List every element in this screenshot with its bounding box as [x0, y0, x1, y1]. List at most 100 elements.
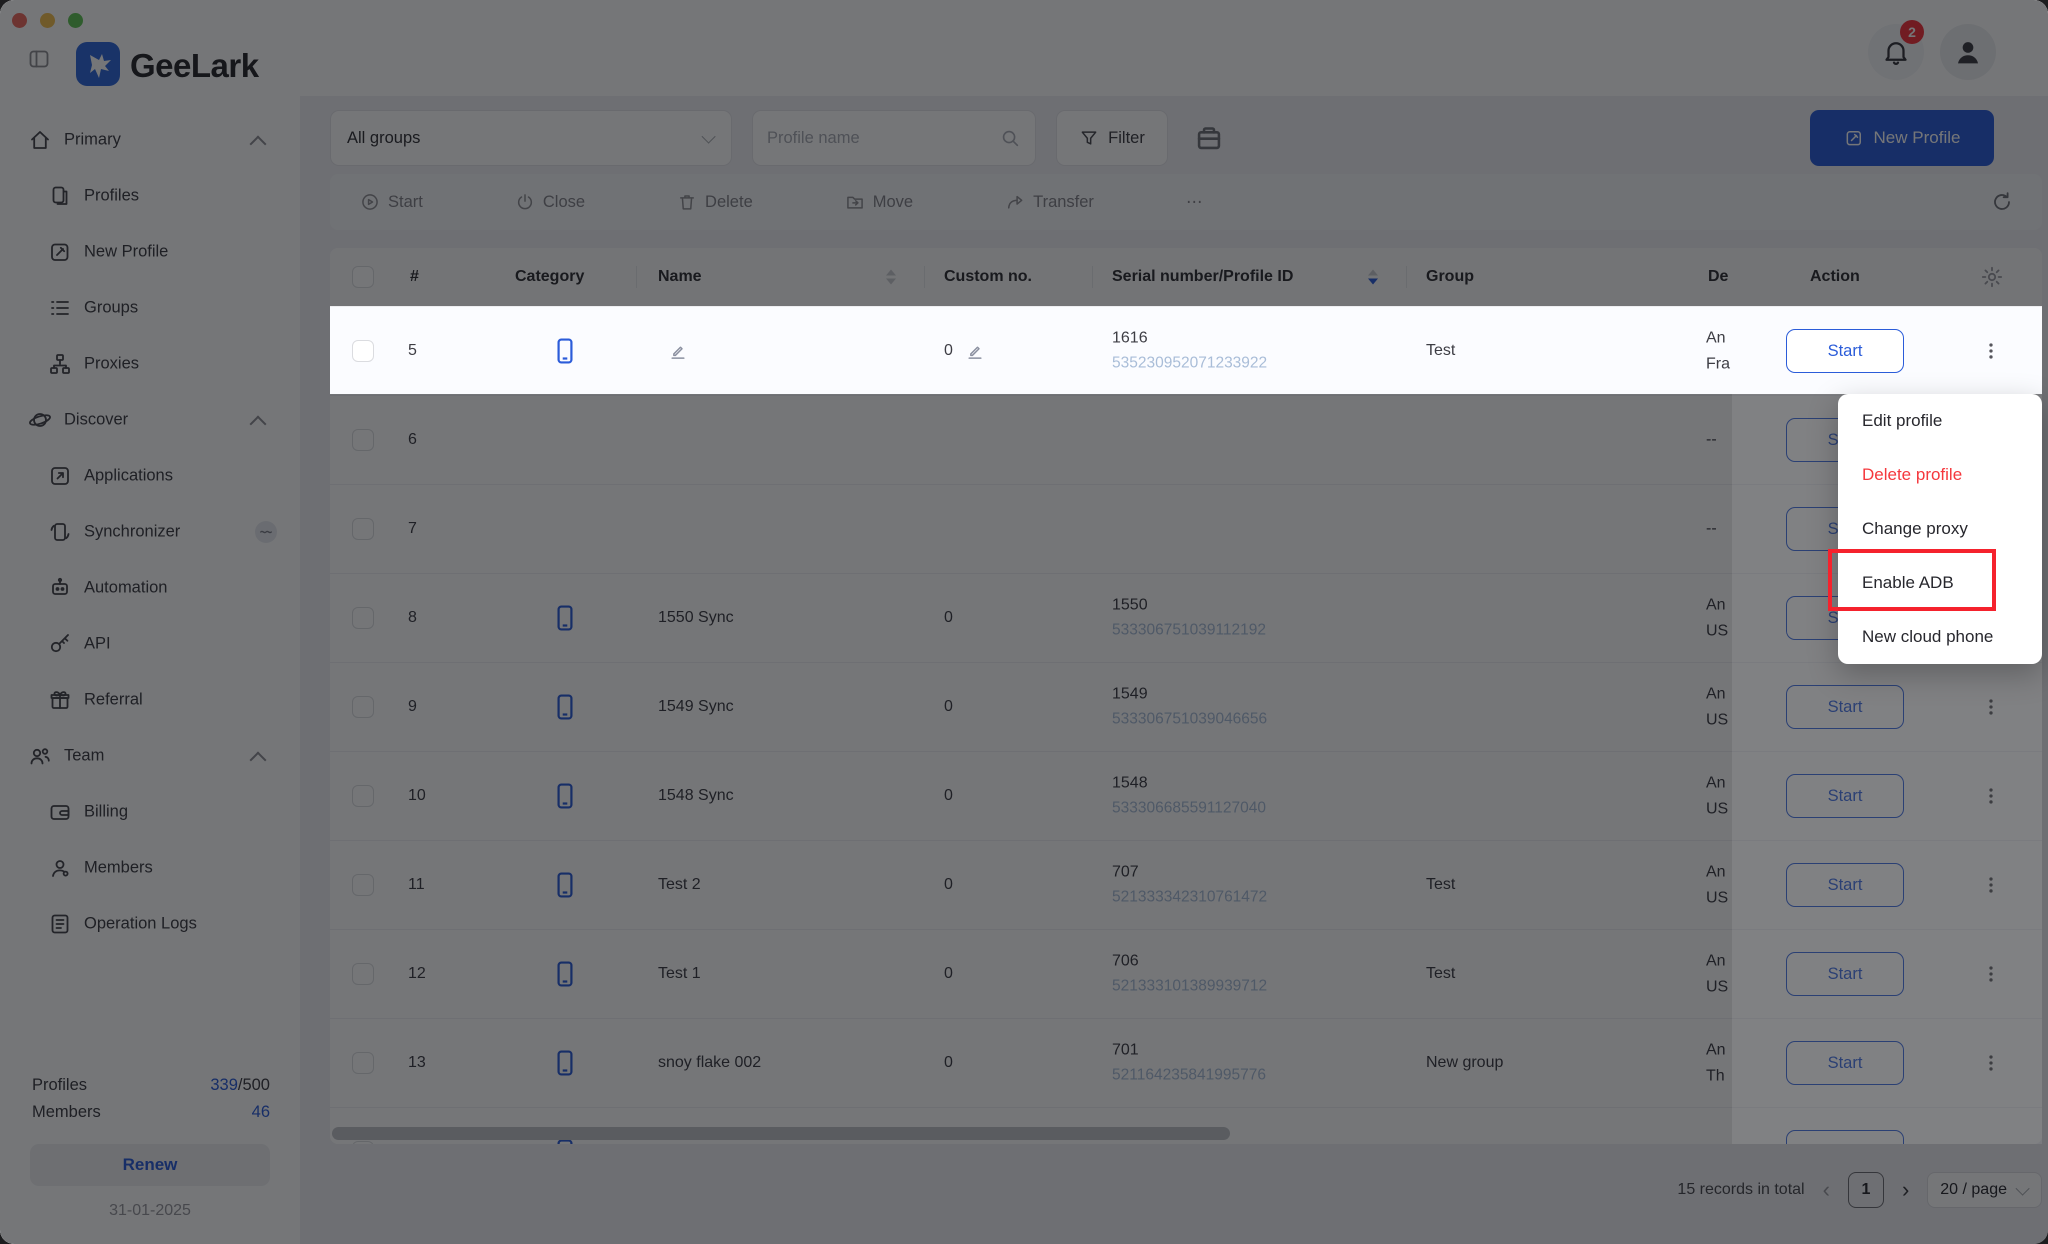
start-button[interactable]: Start [1786, 863, 1904, 907]
cloud-phone-icon [554, 1049, 576, 1077]
kebab-menu-icon[interactable] [1980, 1141, 2002, 1144]
sidebar-item[interactable]: Synchronizer [0, 504, 300, 560]
sidebar-item[interactable]: Applications [0, 448, 300, 504]
sidebar-item[interactable]: Referral [0, 672, 300, 728]
sidebar-item-icon [48, 520, 72, 544]
avatar[interactable] [1940, 24, 1996, 80]
sidebar-item-label: Billing [84, 803, 128, 822]
row-checkbox[interactable] [352, 607, 374, 629]
start-button[interactable]: Start [1786, 329, 1904, 373]
context-menu-item[interactable]: Change proxy [1838, 502, 2042, 556]
chevron-up-icon[interactable] [250, 416, 267, 433]
edit-name-icon[interactable] [668, 341, 688, 361]
bulk-action-button[interactable]: Close [515, 192, 585, 212]
context-menu-item[interactable]: Enable ADB [1838, 556, 2042, 610]
serial-cell: 1549 533306751039046656 [1112, 683, 1267, 732]
row-number: 12 [408, 965, 426, 983]
action-cell: Start [1732, 752, 2042, 840]
column-header-name[interactable]: Name [658, 268, 702, 286]
refresh-icon[interactable] [1990, 190, 2014, 214]
action-cell: Start [1732, 307, 2042, 395]
kebab-menu-icon[interactable] [1980, 340, 2002, 362]
context-menu-item[interactable]: Edit profile [1838, 394, 2042, 448]
sidebar-item[interactable]: Members [0, 840, 300, 896]
profile-name: Test 2 [658, 876, 701, 894]
edit-custom-no-icon[interactable] [965, 341, 985, 361]
sidebar-item[interactable]: Billing [0, 784, 300, 840]
chevron-down-icon [702, 130, 716, 144]
kebab-menu-icon[interactable] [1980, 696, 2002, 718]
start-button[interactable]: Start [1786, 685, 1904, 729]
context-menu-item[interactable]: Delete profile [1838, 448, 2042, 502]
row-checkbox[interactable] [352, 785, 374, 807]
row-checkbox[interactable] [352, 874, 374, 896]
name-sort-control[interactable] [886, 270, 896, 285]
search-placeholder: Profile name [767, 129, 860, 148]
chevron-up-icon[interactable] [250, 136, 267, 153]
bulk-action-button[interactable]: Transfer [1005, 192, 1094, 212]
current-page[interactable]: 1 [1848, 1172, 1884, 1208]
bulk-action-label: Move [873, 193, 913, 212]
kebab-menu-icon[interactable] [1980, 1052, 2002, 1074]
sidebar-item-label: Automation [84, 579, 167, 598]
macos-minimize-button[interactable] [40, 13, 55, 28]
context-menu-item[interactable]: New cloud phone [1838, 610, 2042, 664]
start-button[interactable]: Start [1786, 774, 1904, 818]
chevron-up-icon[interactable] [250, 752, 267, 769]
sidebar-item[interactable]: New Profile [0, 224, 300, 280]
kebab-menu-icon[interactable] [1980, 874, 2002, 896]
start-button[interactable]: Start [1786, 952, 1904, 996]
sidebar-item[interactable]: Team [0, 728, 300, 784]
custom-no-value: 0 [944, 965, 953, 983]
row-checkbox[interactable] [352, 696, 374, 718]
column-header-action: Action [1810, 268, 1860, 286]
row-checkbox[interactable] [352, 1052, 374, 1074]
row-number: 9 [408, 698, 417, 716]
row-checkbox[interactable] [352, 963, 374, 985]
sidebar-item[interactable]: Groups [0, 280, 300, 336]
row-checkbox[interactable] [352, 518, 374, 540]
next-page-button[interactable]: › [1902, 1177, 1909, 1203]
column-header-group: Group [1426, 268, 1474, 286]
serial-sort-control[interactable] [1368, 270, 1378, 285]
sidebar-item[interactable]: Profiles [0, 168, 300, 224]
profile-name-search-input[interactable]: Profile name [752, 110, 1036, 166]
profile-name-cell [658, 341, 688, 361]
column-header-serial[interactable]: Serial number/Profile ID [1112, 268, 1293, 286]
bulk-action-button[interactable]: Move [845, 192, 913, 212]
archive-icon[interactable] [1192, 121, 1226, 155]
renew-button[interactable]: Renew [30, 1144, 270, 1186]
group-filter-select[interactable]: All groups [330, 110, 732, 166]
sidebar-item[interactable]: API [0, 616, 300, 672]
sidebar-item[interactable]: Primary [0, 112, 300, 168]
sidebar-item[interactable]: Operation Logs [0, 896, 300, 952]
start-button[interactable]: Start [1786, 1130, 1904, 1144]
sidebar-item[interactable]: Automation [0, 560, 300, 616]
prev-page-button[interactable]: ‹ [1823, 1177, 1830, 1203]
sidebar-toggle-icon[interactable] [26, 47, 52, 71]
row-checkbox[interactable] [352, 1141, 374, 1144]
horizontal-scrollbar[interactable] [332, 1127, 1230, 1140]
row-checkbox[interactable] [352, 429, 374, 451]
row-checkbox[interactable] [352, 340, 374, 362]
sidebar-item[interactable]: Discover [0, 392, 300, 448]
action-cell: Start [1732, 841, 2042, 929]
gear-icon[interactable] [1980, 265, 2004, 289]
start-button[interactable]: Start [1786, 1041, 1904, 1085]
sidebar-item-icon [48, 688, 72, 712]
kebab-menu-icon[interactable] [1980, 963, 2002, 985]
bulk-action-button[interactable]: Start [360, 192, 423, 212]
kebab-menu-icon[interactable] [1980, 785, 2002, 807]
sidebar-item[interactable]: Proxies [0, 336, 300, 392]
cloud-phone-icon [554, 960, 576, 988]
bulk-action-button[interactable]: ⋯ [1186, 192, 1203, 212]
new-profile-button[interactable]: New Profile [1810, 110, 1994, 166]
filter-button[interactable]: Filter [1056, 110, 1168, 166]
select-all-checkbox[interactable] [352, 266, 374, 288]
profile-id: 533306685591127040 [1112, 796, 1266, 820]
macos-close-button[interactable] [12, 13, 27, 28]
table-row: 10 1548 Sync 0 1548 533306685591127040 A… [330, 752, 2042, 841]
macos-zoom-button[interactable] [68, 13, 83, 28]
bulk-action-button[interactable]: Delete [677, 192, 753, 212]
page-size-select[interactable]: 20 / page [1927, 1172, 2042, 1208]
